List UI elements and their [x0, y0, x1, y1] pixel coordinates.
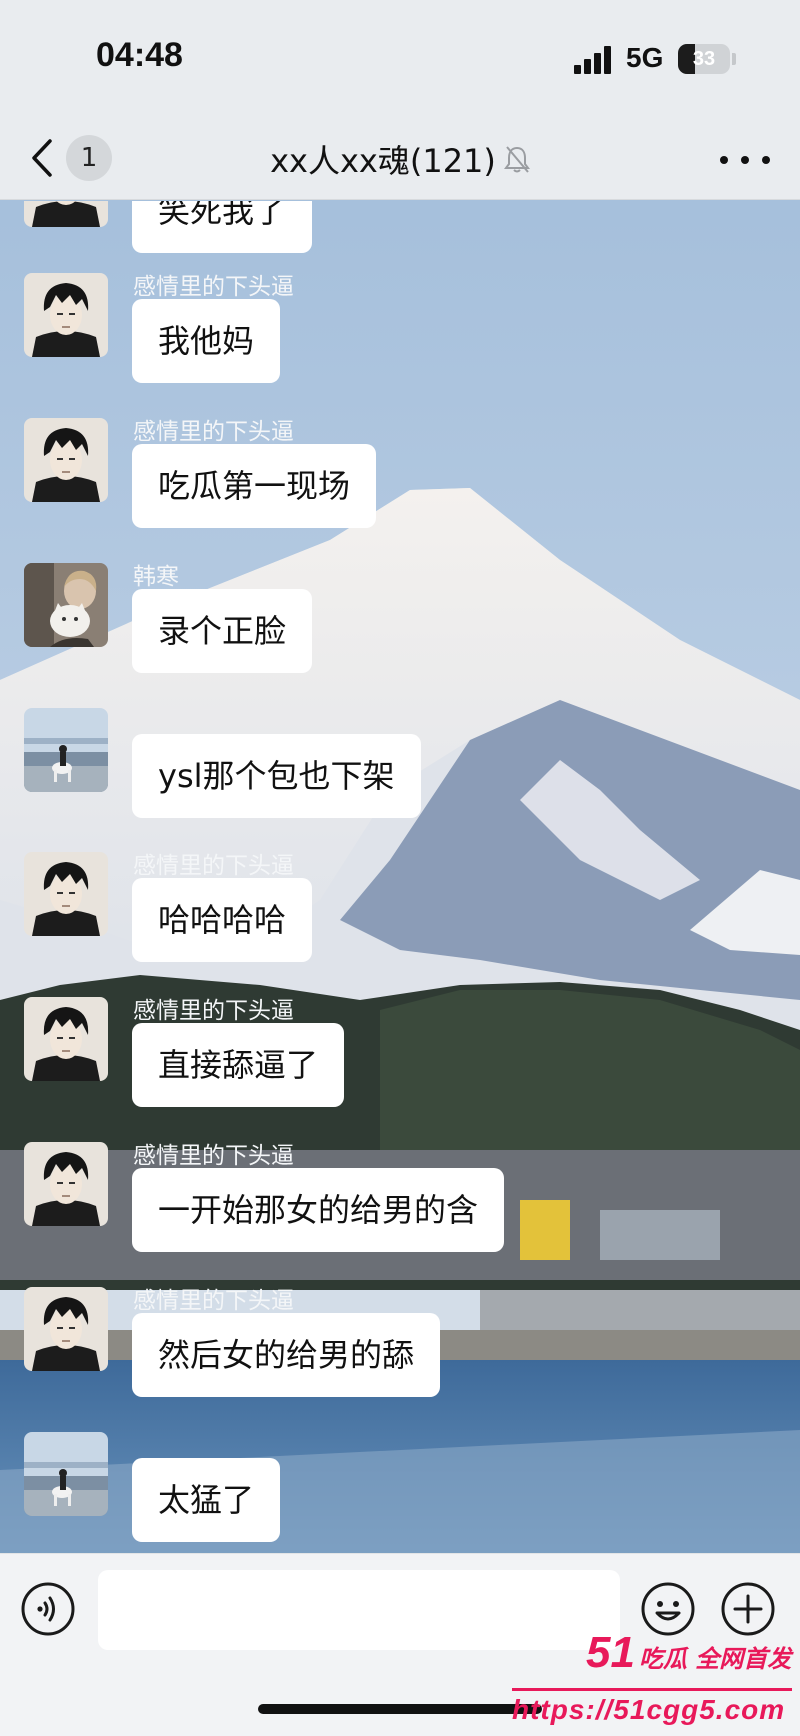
watermark-url: https://51cgg5.com [512, 1694, 786, 1725]
avatar[interactable] [24, 997, 108, 1081]
sender-name: 感情里的下头逼 [133, 998, 294, 1024]
watermark-logo: 51 吃瓜 全网首发 [586, 1628, 791, 1678]
sender-name: 韩寒 [133, 564, 179, 590]
sender-name: 感情里的下头逼 [133, 1143, 294, 1169]
watermark-number: 51 [586, 1628, 635, 1677]
avatar[interactable] [24, 563, 108, 647]
network-type: 5G [626, 42, 664, 73]
chevron-left-icon [32, 139, 52, 177]
avatar[interactable] [24, 1432, 108, 1516]
dot-icon [741, 156, 749, 164]
sender-name: 感情里的下头逼 [133, 274, 294, 300]
message-bubble[interactable]: 录个正脸 [132, 589, 313, 673]
watermark-underline [512, 1688, 792, 1691]
avatar[interactable] [24, 852, 108, 936]
more-options-button[interactable] [720, 140, 770, 180]
message-bubble[interactable]: 吃瓜第一现场 [132, 444, 377, 528]
chat-header: 1 xx人xx魂(121) [0, 118, 800, 200]
beach-rider-avatar-image [24, 1432, 108, 1516]
message-bubble[interactable]: 笑死我了 [132, 201, 313, 253]
anime-boy-avatar-image [24, 418, 108, 502]
avatar[interactable] [24, 418, 108, 502]
cellular-signal-icon [574, 46, 614, 74]
sender-name: 感情里的下头逼 [133, 853, 294, 879]
anime-boy-avatar-image [24, 273, 108, 357]
message-bubble[interactable]: 太猛了 [132, 1458, 281, 1542]
message-bubble[interactable]: ysl那个包也下架 [132, 734, 421, 818]
status-bar: 04:48 5G 33 [0, 0, 800, 118]
dot-icon [762, 156, 770, 164]
message-bubble[interactable]: 我他妈 [132, 299, 281, 383]
message-bubble[interactable]: 然后女的给男的舔 [132, 1313, 441, 1397]
anime-boy-avatar-image [24, 1142, 108, 1226]
avatar[interactable] [24, 201, 108, 227]
avatar[interactable] [24, 708, 108, 792]
anime-boy-avatar-image [24, 1287, 108, 1371]
person-with-cat-avatar-image [24, 563, 108, 647]
avatar[interactable] [24, 1287, 108, 1371]
avatar[interactable] [24, 273, 108, 357]
battery-level: 33 [692, 48, 716, 70]
back-button[interactable]: 1 [26, 128, 126, 188]
battery-tip [732, 53, 736, 65]
status-time: 04:48 [96, 36, 183, 74]
beach-rider-avatar-image [24, 708, 108, 792]
battery-icon: 33 [678, 44, 730, 74]
message-bubble[interactable]: 直接舔逼了 [132, 1023, 345, 1107]
sender-name: 感情里的下头逼 [133, 1288, 294, 1314]
avatar[interactable] [24, 1142, 108, 1226]
site-watermark: 51 吃瓜 全网首发 https://51cgg5.com [498, 1628, 800, 1736]
watermark-text: 吃瓜 全网首发 [638, 1645, 792, 1673]
sender-name: 感情里的下头逼 [133, 419, 294, 445]
anime-boy-avatar-image [24, 201, 108, 227]
anime-boy-avatar-image [24, 997, 108, 1081]
anime-boy-avatar-image [24, 852, 108, 936]
message-bubble[interactable]: 一开始那女的给男的含 [132, 1168, 505, 1252]
muted-bell-icon [503, 146, 530, 173]
message-bubble[interactable]: 哈哈哈哈 [132, 878, 313, 962]
group-chat-title[interactable]: xx人xx魂(121) [270, 136, 496, 182]
voice-input-icon[interactable] [20, 1581, 76, 1637]
message-list[interactable]: 笑死我了 感情里的下头逼 我他妈 感情里的下头逼 吃瓜第一现场 韩寒 录个正脸 … [0, 201, 800, 1553]
dot-icon [720, 156, 728, 164]
unread-count-badge: 1 [66, 135, 112, 181]
